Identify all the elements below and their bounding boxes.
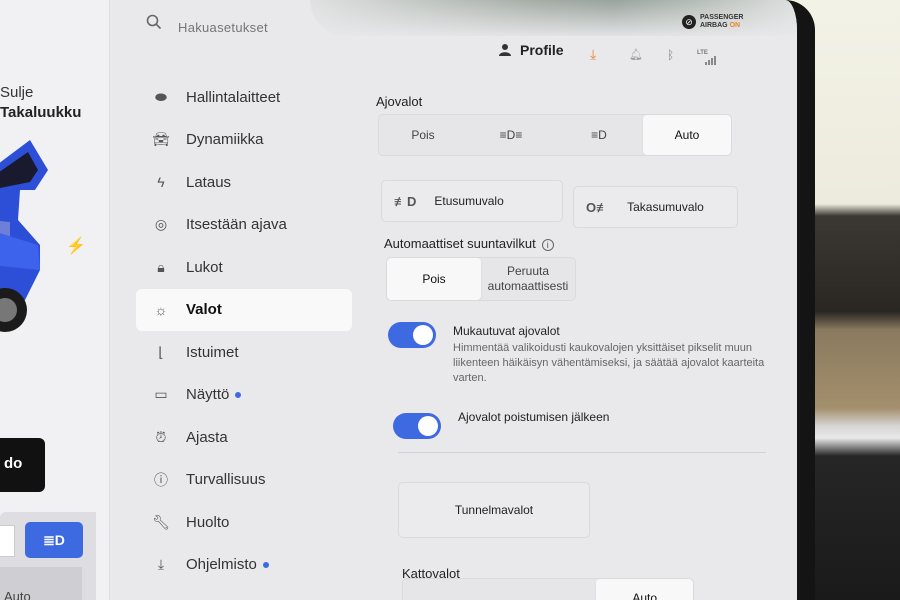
menu-item-turvallisuus[interactable]: ⓘ Turvallisuus <box>136 459 352 501</box>
dome-lights-auto-option[interactable]: Auto <box>596 579 693 600</box>
menu-item-lataus[interactable]: ϟ Lataus <box>136 161 352 203</box>
trunk-label[interactable]: Takaluukku <box>0 104 81 121</box>
light-icon: ☼ <box>154 301 168 318</box>
auto-signals-off-option[interactable]: Pois <box>387 258 481 300</box>
passenger-airbag-status: ⊘ PASSENGER AIRBAG ON <box>682 14 743 30</box>
close-trunk-label[interactable]: Sulje <box>0 84 33 101</box>
menu-item-label: Ajasta <box>186 428 228 446</box>
menu-item-dynamiikka[interactable]: 🚘︎ Dynamiikka <box>136 119 352 161</box>
menu-item-label: Ohjelmisto <box>186 556 257 573</box>
alarm-clock-icon: ⏰︎ <box>155 428 167 445</box>
update-dot <box>235 391 242 398</box>
menu-item-label: Huolto <box>186 513 230 531</box>
seat-icon: ⌊ <box>158 343 164 360</box>
airbag-line2: AIRBAG <box>700 22 728 29</box>
headlights-after-exit-toggle[interactable] <box>393 413 441 439</box>
menu-item-istuimet[interactable]: ⌊ Istuimet <box>136 331 352 373</box>
auto-signals-title-text: Automaattiset suuntavilkut <box>384 236 536 251</box>
menu-item-valot[interactable]: ☼ Valot <box>136 288 352 331</box>
bluetooth-icon[interactable]: ᛒ <box>667 48 674 62</box>
ambient-lights-button[interactable]: Tunnelmavalot <box>398 482 590 538</box>
menu-item-itsestaan-ajava[interactable]: ◎ Itsestään ajava <box>136 204 352 246</box>
menu-item-huolto[interactable]: 🔧︎ Huolto <box>136 501 352 543</box>
dome-lights-other-options[interactable] <box>403 579 596 600</box>
dome-lights-selector: Auto <box>402 578 694 600</box>
low-beam-icon: ≡D <box>591 127 607 142</box>
menu-item-label: Turvallisuus <box>186 471 266 488</box>
mini-field[interactable] <box>0 525 15 557</box>
menu-item-label: Valot <box>186 301 222 318</box>
headlights-title: Ajovalot <box>376 94 423 109</box>
display-icon: ▭ <box>154 386 168 402</box>
menu-item-label: Lataus <box>186 173 232 191</box>
menu-item-label: Näyttö <box>186 386 230 403</box>
settings-menu: ⬬ Hallintalaitteet 🚘︎ Dynamiikka ϟ Latau… <box>136 76 352 586</box>
toggle-knob <box>418 416 438 436</box>
search-icon[interactable] <box>146 14 162 30</box>
menu-item-label: Istuimet <box>186 343 239 361</box>
front-fog-button[interactable]: ≢D Etusumuvalo <box>381 180 563 222</box>
steering-wheel-icon: ◎ <box>154 216 168 232</box>
airbag-state: ON <box>729 22 741 29</box>
toggle-knob <box>413 325 433 345</box>
adaptive-headlights-toggle[interactable] <box>388 322 436 348</box>
search-input[interactable] <box>178 20 354 35</box>
headlights-after-exit-label: Ajovalot poistumisen jälkeen <box>458 410 610 424</box>
auto-signals-selector: Pois Peruuta automaattisesti <box>386 257 576 301</box>
menu-item-label: Dynamiikka <box>186 131 264 148</box>
menu-item-label: Lukot <box>186 258 223 276</box>
toggle-icon: ⬬ <box>155 88 167 105</box>
headlights-off-option[interactable]: Pois <box>379 115 467 155</box>
charging-bolt-icon: ⚡ <box>66 238 86 255</box>
ambient-lights-label: Tunnelmavalot <box>454 503 534 517</box>
headlights-auto-option[interactable]: Auto <box>643 115 731 155</box>
adaptive-headlights-label: Mukautuvat ajovalot <box>453 324 560 338</box>
airbag-line1: PASSENGER <box>700 14 744 21</box>
profile-label: Profile <box>520 42 564 58</box>
download-icon[interactable]: ⤓ <box>590 46 596 63</box>
menu-item-ohjelmisto[interactable]: ⤓ Ohjelmisto <box>136 544 352 586</box>
touchscreen: Sulje Takaluukku ⚡ do ≣D Auto ⊘ PASSENGE… <box>0 0 815 600</box>
rear-fog-button[interactable]: O≢ Takasumuvalo <box>573 186 738 228</box>
menu-item-hallintalaitteet[interactable]: ⬬ Hallintalaitteet <box>136 76 352 118</box>
menu-item-naytto[interactable]: ▭ Näyttö <box>136 374 352 416</box>
info-icon[interactable]: i <box>541 238 554 251</box>
signal-icon <box>705 56 716 65</box>
rear-fog-label: Takasumuvalo <box>627 200 704 214</box>
headlights-selector: Pois ≡D≡ ≡D Auto <box>378 114 732 156</box>
car-illustration[interactable] <box>0 130 60 340</box>
profile-button[interactable]: Profile <box>498 42 564 58</box>
car-icon: 🚘︎ <box>152 131 170 147</box>
low-beam-option[interactable]: ≡D <box>555 115 643 155</box>
lock-icon: 🔒︎ <box>157 258 165 275</box>
download-icon: ⤓ <box>157 556 165 572</box>
alert-circle-icon: ⓘ <box>154 471 168 488</box>
menu-item-lukot[interactable]: 🔒︎ Lukot <box>136 246 352 288</box>
divider <box>398 452 766 453</box>
headlight-quick-button[interactable]: ≣D <box>25 522 83 558</box>
rear-fog-icon: O≢ <box>586 199 610 215</box>
front-fog-label: Etusumuvalo <box>434 194 504 208</box>
bell-icon[interactable]: 🔔︎ <box>629 48 643 61</box>
adaptive-headlights-description: Himmentää valikoidusti kaukovalojen yksi… <box>453 342 765 384</box>
bolt-icon: ϟ <box>157 174 165 190</box>
car-panel: Sulje Takaluukku ⚡ do ≣D Auto <box>0 0 110 600</box>
wrench-icon: 🔧︎ <box>152 513 170 530</box>
menu-item-label: Hallintalaitteet <box>186 88 281 106</box>
menu-item-label: Itsestään ajava <box>186 216 287 233</box>
person-icon <box>499 44 511 56</box>
mini-auto-option[interactable]: Auto <box>0 567 82 600</box>
airbag-icon: ⊘ <box>682 15 696 29</box>
parking-lights-icon: ≡D≡ <box>499 127 523 142</box>
trunk-action-button[interactable]: do <box>0 438 45 492</box>
update-dot <box>262 561 269 568</box>
auto-signals-title: Automaattiset suuntavilkut i <box>384 236 554 251</box>
front-fog-icon: ≢D <box>394 193 417 209</box>
headlight-icon: ≣D <box>43 531 65 548</box>
menu-item-ajasta[interactable]: ⏰︎ Ajasta <box>136 416 352 458</box>
parking-lights-option[interactable]: ≡D≡ <box>467 115 555 155</box>
auto-signals-cancel-option[interactable]: Peruuta automaattisesti <box>481 258 575 300</box>
